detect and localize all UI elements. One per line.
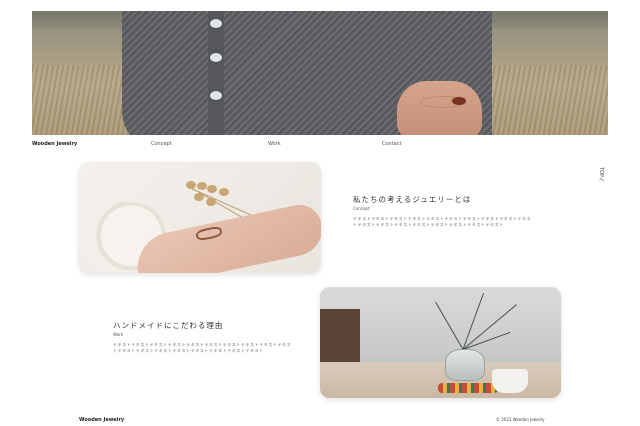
footer-brand[interactable]: Wooden Jewelry: [79, 417, 124, 423]
work-heading: ハンドメイドにこだわる理由: [113, 321, 224, 330]
work-body: テキストテキストテキストテキストテキストテキストテキストテキストテキストテキスト…: [113, 342, 292, 353]
concept-image: [79, 162, 321, 273]
work-section: ハンドメイドにこだわる理由 Work テキストテキストテキストテキストテキストテ…: [113, 320, 293, 354]
nav-link-concept[interactable]: Concept: [151, 141, 172, 147]
nav-link-contact[interactable]: Contact: [382, 141, 401, 147]
hero-image: [32, 11, 608, 135]
back-to-top-link[interactable]: TOPへ: [598, 167, 605, 182]
work-subheading: Work: [113, 332, 124, 337]
concept-section: 私たちの考えるジュエリーとは Concept テキストテキストテキストテキストテ…: [353, 194, 533, 228]
nav-link-work[interactable]: Work: [268, 141, 281, 147]
concept-heading: 私たちの考えるジュエリーとは: [353, 195, 472, 204]
footer-copyright: © 2021 Wooden Jewelry: [496, 417, 545, 422]
concept-subheading: Concept: [353, 206, 370, 211]
header-nav: Wooden Jewelry Concept Work Contact: [32, 141, 608, 151]
concept-body: テキストテキストテキストテキストテキストテキストテキストテキストテキストテキスト…: [353, 216, 532, 227]
brand-logo[interactable]: Wooden Jewelry: [32, 141, 77, 147]
work-image: [320, 287, 561, 398]
